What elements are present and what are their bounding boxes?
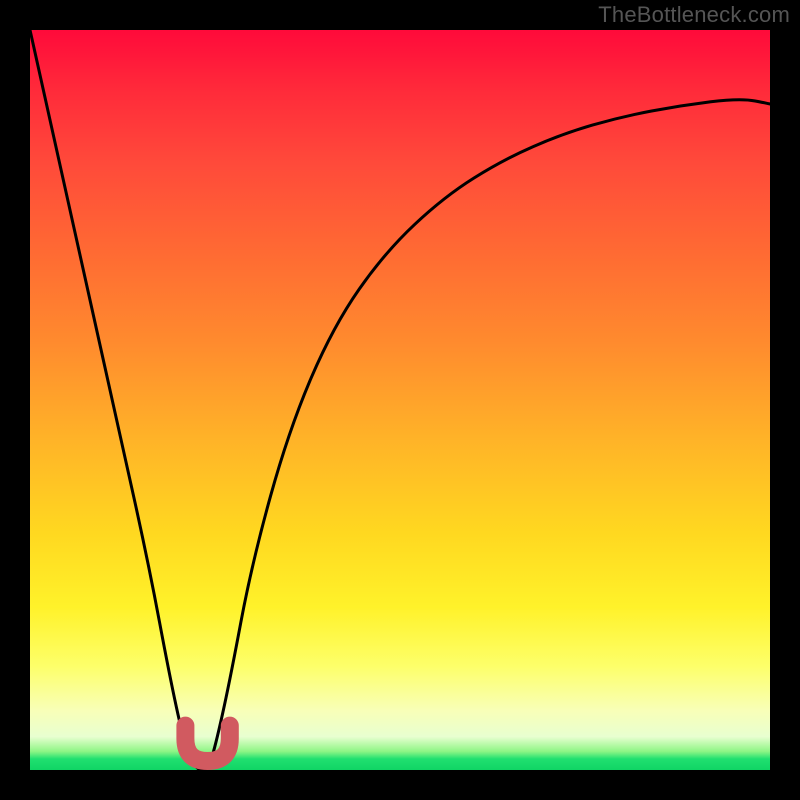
chart-frame: TheBottleneck.com	[0, 0, 800, 800]
optimal-range-marker	[185, 726, 229, 761]
chart-svg	[30, 30, 770, 770]
plot-area	[30, 30, 770, 770]
bottleneck-curve	[30, 30, 770, 770]
watermark-label: TheBottleneck.com	[598, 2, 790, 28]
